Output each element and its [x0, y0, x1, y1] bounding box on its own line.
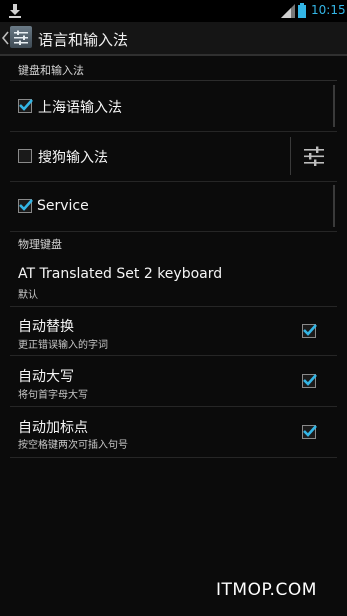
watermark: ITMOP.COM — [216, 580, 317, 600]
option-title: 自动大写 — [18, 369, 74, 385]
check-icon — [303, 374, 317, 386]
keyboard-title: AT Translated Set 2 keyboard — [18, 266, 223, 282]
option-title: 自动替换 — [18, 319, 74, 335]
scrollbar-thumb — [333, 185, 335, 227]
check-icon — [303, 324, 317, 336]
physical-keyboard-item[interactable]: AT Translated Set 2 keyboard 默认 — [10, 258, 337, 307]
option-auto-punctuate[interactable]: 自动加标点 按空格键两次可插入句号 — [10, 407, 337, 458]
checkbox-shanghai[interactable] — [18, 99, 33, 113]
option-auto-replace[interactable]: 自动替换 更正错误输入的字词 — [10, 307, 337, 356]
ime-label: Service — [37, 198, 89, 214]
checkbox-service[interactable] — [18, 199, 33, 213]
app-settings-icon[interactable] — [10, 26, 32, 48]
keyboard-layout: 默认 — [18, 290, 38, 301]
scrollbar-thumb — [333, 85, 335, 127]
ime-item-sogou[interactable]: 搜狗输入法 — [10, 131, 337, 182]
check-icon — [303, 425, 317, 437]
ime-item-service[interactable]: Service — [10, 181, 337, 232]
check-icon — [19, 99, 33, 111]
ime-settings-icon[interactable] — [304, 146, 324, 166]
page-title: 语言和输入法 — [38, 31, 129, 49]
option-summary: 将句首字母大写 — [18, 390, 88, 401]
section-header-keyboards: 键盘和输入法 — [10, 60, 337, 81]
option-title: 自动加标点 — [18, 420, 88, 436]
signal-icon — [281, 4, 295, 18]
action-bar: 语言和输入法 — [0, 22, 347, 56]
checkbox-auto-cap[interactable] — [302, 374, 317, 388]
ime-label: 搜狗输入法 — [38, 150, 108, 166]
option-summary: 更正错误输入的字词 — [18, 340, 108, 351]
download-icon — [9, 4, 21, 18]
check-icon — [19, 199, 33, 211]
divider — [290, 137, 291, 175]
section-header-label: 键盘和输入法 — [18, 64, 84, 77]
status-bar: 10:15 — [0, 0, 347, 22]
battery-icon — [298, 3, 306, 18]
section-header-physical: 物理键盘 — [10, 234, 337, 254]
checkbox-auto-replace[interactable] — [302, 324, 317, 338]
option-summary: 按空格键两次可插入句号 — [18, 440, 128, 451]
up-arrow-icon[interactable] — [2, 31, 9, 45]
checkbox-sogou[interactable] — [18, 149, 32, 163]
status-clock: 10:15 — [311, 3, 346, 17]
checkbox-auto-punctuate[interactable] — [302, 425, 317, 439]
ime-item-shanghai[interactable]: 上海语输入法 — [10, 81, 337, 132]
section-header-label: 物理键盘 — [18, 238, 62, 251]
option-auto-cap[interactable]: 自动大写 将句首字母大写 — [10, 356, 337, 407]
ime-label: 上海语输入法 — [38, 100, 122, 116]
